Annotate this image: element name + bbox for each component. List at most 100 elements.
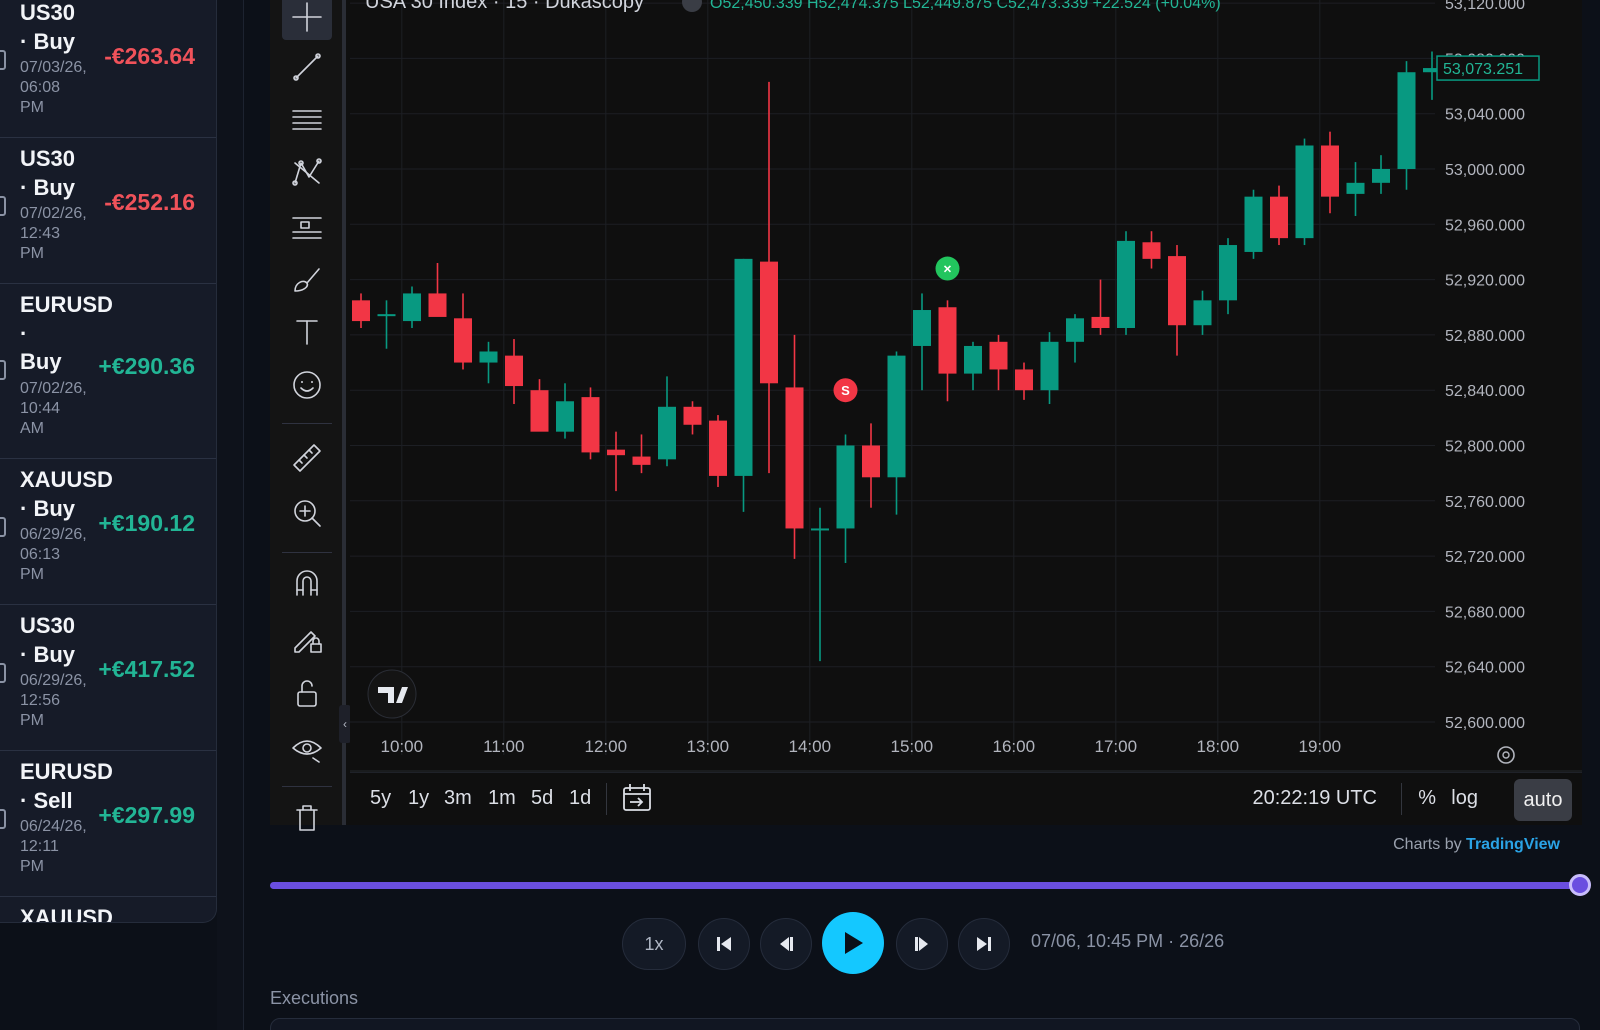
toolbar-divider bbox=[282, 423, 332, 424]
time-tick-label: 19:00 bbox=[1299, 737, 1342, 756]
range-1m-button[interactable]: 1m bbox=[488, 787, 516, 810]
trash-tool-button[interactable] bbox=[282, 795, 332, 841]
candle-body bbox=[607, 449, 625, 456]
fib-tool-button[interactable] bbox=[282, 97, 332, 143]
trade-card[interactable]: XAUUSD · Buy 06/29/26, 06:13 PM +€190.12 bbox=[0, 459, 216, 605]
utc-clock[interactable]: 20:22:19 UTC bbox=[1252, 787, 1377, 810]
auto-scale-button[interactable]: auto bbox=[1514, 779, 1572, 821]
trade-select-checkbox[interactable] bbox=[0, 809, 6, 829]
trade-date: 07/02/26, bbox=[20, 380, 87, 397]
candle-body bbox=[683, 406, 702, 425]
candle-body bbox=[811, 528, 829, 531]
eye-icon bbox=[292, 740, 322, 763]
candle-body bbox=[1219, 245, 1237, 301]
trade-side-dot: · bbox=[20, 321, 28, 346]
price-tick-label: 53,000.000 bbox=[1445, 162, 1525, 179]
text-tool-button[interactable] bbox=[282, 309, 332, 355]
ruler-tool-button[interactable] bbox=[282, 435, 332, 481]
trade-card[interactable]: XAUUSD bbox=[0, 897, 216, 923]
trade-pnl: -€252.16 bbox=[104, 189, 195, 215]
unlock-tool-button[interactable] bbox=[282, 670, 332, 716]
trade-select-checkbox[interactable] bbox=[0, 663, 6, 683]
trade-card[interactable]: EURUSD · Buy 07/02/26, 10:44 AM +€290.36 bbox=[0, 284, 216, 459]
chart-container[interactable]: ‹ 52,600.000 52,640.000 52,680.000 52,720.0… bbox=[270, 0, 1582, 831]
eye-tool-button[interactable] bbox=[282, 725, 332, 771]
range-1y-button[interactable]: 1y bbox=[408, 787, 429, 810]
candle-body bbox=[403, 293, 421, 322]
pattern-tool-button[interactable] bbox=[282, 150, 332, 196]
step-back-button[interactable] bbox=[760, 918, 812, 970]
time-tick-label: 15:00 bbox=[891, 737, 934, 756]
candle-body bbox=[1040, 341, 1059, 391]
range-3m-button[interactable]: 3m bbox=[444, 787, 472, 810]
attribution-brand[interactable]: TradingView bbox=[1466, 836, 1560, 853]
magnet-tool-button[interactable] bbox=[282, 560, 332, 606]
trade-side: Buy bbox=[20, 349, 62, 374]
skip-to-end-button[interactable] bbox=[958, 918, 1010, 970]
replay-progress-track[interactable] bbox=[270, 882, 1580, 889]
toolbar-divider bbox=[282, 552, 332, 553]
forecast-icon bbox=[292, 217, 322, 239]
candle-body bbox=[964, 345, 982, 374]
brush-tool-button[interactable] bbox=[282, 256, 332, 302]
trade-symbol: EURUSD bbox=[20, 759, 113, 784]
trade-symbol: XAUUSD bbox=[20, 905, 113, 923]
trade-card[interactable]: US30 · Buy 07/02/26, 12:43 PM -€252.16 bbox=[0, 138, 216, 284]
time-tick-label: 12:00 bbox=[585, 737, 628, 756]
trade-select-checkbox[interactable] bbox=[0, 360, 6, 380]
divider bbox=[606, 783, 607, 815]
trade-symbol: XAUUSD bbox=[20, 467, 113, 492]
price-chart[interactable]: 52,600.000 52,640.000 52,680.000 52,720.000… bbox=[350, 0, 1582, 825]
price-tick-label: 52,640.000 bbox=[1445, 660, 1525, 677]
executions-table bbox=[270, 1018, 1580, 1030]
tradingview-attribution[interactable]: Charts by TradingView bbox=[1393, 836, 1560, 854]
trade-time: 06:08 bbox=[20, 79, 61, 96]
forecast-tool-button[interactable] bbox=[282, 203, 332, 249]
candle-body bbox=[785, 387, 804, 529]
candle-body bbox=[1372, 169, 1390, 183]
step-forward-button[interactable] bbox=[896, 918, 948, 970]
candle-body bbox=[556, 401, 574, 432]
panel-gutter bbox=[217, 0, 244, 1030]
trade-time: 06:13 bbox=[20, 546, 61, 563]
trade-ampm: PM bbox=[20, 858, 44, 875]
trade-select-checkbox[interactable] bbox=[0, 517, 6, 537]
range-5y-button[interactable]: 5y bbox=[370, 787, 391, 810]
trade-pnl: -€263.64 bbox=[104, 43, 195, 69]
candle-body bbox=[862, 445, 880, 478]
range-1d-button[interactable]: 1d bbox=[569, 787, 591, 810]
trade-select-checkbox[interactable] bbox=[0, 50, 6, 70]
trade-side: · Buy bbox=[20, 29, 75, 54]
time-tick-label: 16:00 bbox=[993, 737, 1036, 756]
candle-body bbox=[1321, 145, 1339, 197]
trade-select-checkbox[interactable] bbox=[0, 196, 6, 216]
candle-body bbox=[505, 355, 523, 387]
speed-button[interactable]: 1x bbox=[622, 918, 686, 970]
trade-card[interactable]: US30 · Buy 07/03/26, 06:08 PM -€263.64 bbox=[0, 0, 216, 138]
zoom-in-tool-button[interactable] bbox=[282, 490, 332, 536]
price-tick-label: 53,040.000 bbox=[1445, 107, 1525, 124]
pattern-icon bbox=[292, 158, 322, 186]
trade-symbol: US30 bbox=[20, 146, 76, 171]
price-tick-label: 52,760.000 bbox=[1445, 494, 1525, 511]
time-tick-label: 11:00 bbox=[483, 737, 524, 756]
skip-to-start-button[interactable] bbox=[698, 918, 750, 970]
trade-time: 10:44 bbox=[20, 400, 61, 417]
range-5d-button[interactable]: 5d bbox=[531, 787, 553, 810]
emoji-tool-button[interactable] bbox=[282, 362, 332, 408]
log-scale-button[interactable]: log bbox=[1451, 787, 1478, 810]
goto-date-icon[interactable] bbox=[622, 782, 652, 819]
trend-line-tool-button[interactable] bbox=[282, 44, 332, 90]
trade-side: · Buy bbox=[20, 496, 75, 521]
percent-scale-button[interactable]: % bbox=[1418, 787, 1436, 810]
play-button[interactable] bbox=[822, 912, 884, 974]
chart-background bbox=[350, 0, 1582, 772]
lock-drawing-tool-button[interactable] bbox=[282, 615, 332, 661]
replay-progress-thumb[interactable] bbox=[1569, 874, 1591, 896]
trade-card[interactable]: US30 · Buy 06/29/26, 12:56 PM +€417.52 bbox=[0, 605, 216, 751]
brush-icon bbox=[294, 268, 320, 292]
crosshair-tool-button[interactable] bbox=[282, 0, 332, 40]
candle-body bbox=[1295, 145, 1314, 239]
trash-icon bbox=[296, 805, 318, 831]
trade-card[interactable]: EURUSD · Sell 06/24/26, 12:11 PM +€297.99 bbox=[0, 751, 216, 897]
